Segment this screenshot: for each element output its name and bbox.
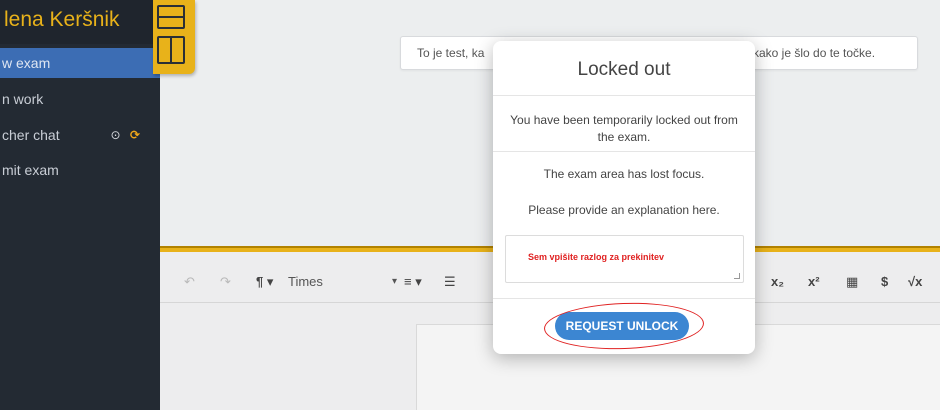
explanation-placeholder: Sem vpišite razlog za prekinitev bbox=[528, 252, 665, 262]
student-name: lena Keršnik bbox=[4, 8, 120, 31]
layout-horizontal-icon[interactable] bbox=[157, 5, 185, 29]
sidebar-item-label: n work bbox=[2, 91, 44, 107]
explanation-textarea[interactable]: Sem vpišite razlog za prekinitev bbox=[505, 235, 744, 283]
subscript-icon[interactable]: x₂ bbox=[771, 274, 784, 289]
align-icon[interactable]: ≡ ▾ bbox=[404, 274, 422, 290]
sync-icon[interactable]: ⟳ bbox=[130, 128, 140, 142]
dollar-icon[interactable]: $ bbox=[881, 274, 888, 289]
redo-icon[interactable]: ↷ bbox=[220, 274, 231, 290]
undo-icon[interactable]: ↶ bbox=[184, 274, 195, 290]
font-dropdown-arrow-icon[interactable]: ▾ bbox=[392, 276, 397, 287]
question-text-left: To je test, ka bbox=[417, 46, 485, 60]
layout-vertical-icon[interactable] bbox=[157, 36, 185, 64]
modal-title: Locked out bbox=[577, 59, 671, 80]
font-family-select[interactable]: Times bbox=[288, 274, 323, 289]
focus-lost-message: The exam area has lost focus. bbox=[543, 167, 705, 181]
modal-divider bbox=[493, 151, 755, 152]
sidebar-item-view-exam[interactable]: w exam bbox=[0, 48, 160, 78]
indent-icon[interactable]: ☰ bbox=[444, 274, 456, 290]
superscript-icon[interactable]: x² bbox=[808, 274, 820, 289]
lockout-message: You have been temporarily locked out fro… bbox=[510, 113, 738, 144]
sidebar-item-teacher-chat[interactable]: cher chat ⊙ ⟳ bbox=[0, 120, 160, 150]
sidebar-item-own-work[interactable]: n work bbox=[0, 84, 160, 114]
sidebar-item-submit-exam[interactable]: mit exam bbox=[0, 155, 160, 185]
resize-handle-icon[interactable] bbox=[734, 273, 740, 279]
layout-toggle[interactable] bbox=[153, 0, 195, 74]
request-unlock-button[interactable]: REQUEST UNLOCK bbox=[555, 312, 689, 340]
sidebar-item-label: cher chat bbox=[2, 127, 60, 143]
table-icon[interactable]: ▦ bbox=[846, 274, 858, 290]
sidebar-header: lena Keršnik bbox=[0, 0, 160, 44]
question-text-right: kako je šlo do te točke. bbox=[753, 46, 876, 60]
sqrt-icon[interactable]: √x bbox=[908, 274, 922, 289]
sidebar: lena Keršnik w exam n work cher chat ⊙ ⟳… bbox=[0, 0, 160, 410]
paragraph-format-icon[interactable]: ¶ ▾ bbox=[256, 274, 273, 290]
sidebar-item-label: mit exam bbox=[2, 162, 59, 178]
chat-status-icons: ⊙ ⟳ bbox=[111, 120, 140, 150]
explanation-prompt: Please provide an explanation here. bbox=[528, 203, 720, 217]
modal-divider bbox=[493, 95, 755, 96]
locked-out-modal: Locked out You have been temporarily loc… bbox=[493, 41, 755, 354]
target-icon[interactable]: ⊙ bbox=[111, 128, 121, 142]
modal-divider bbox=[493, 298, 755, 299]
sidebar-item-label: w exam bbox=[2, 55, 51, 71]
